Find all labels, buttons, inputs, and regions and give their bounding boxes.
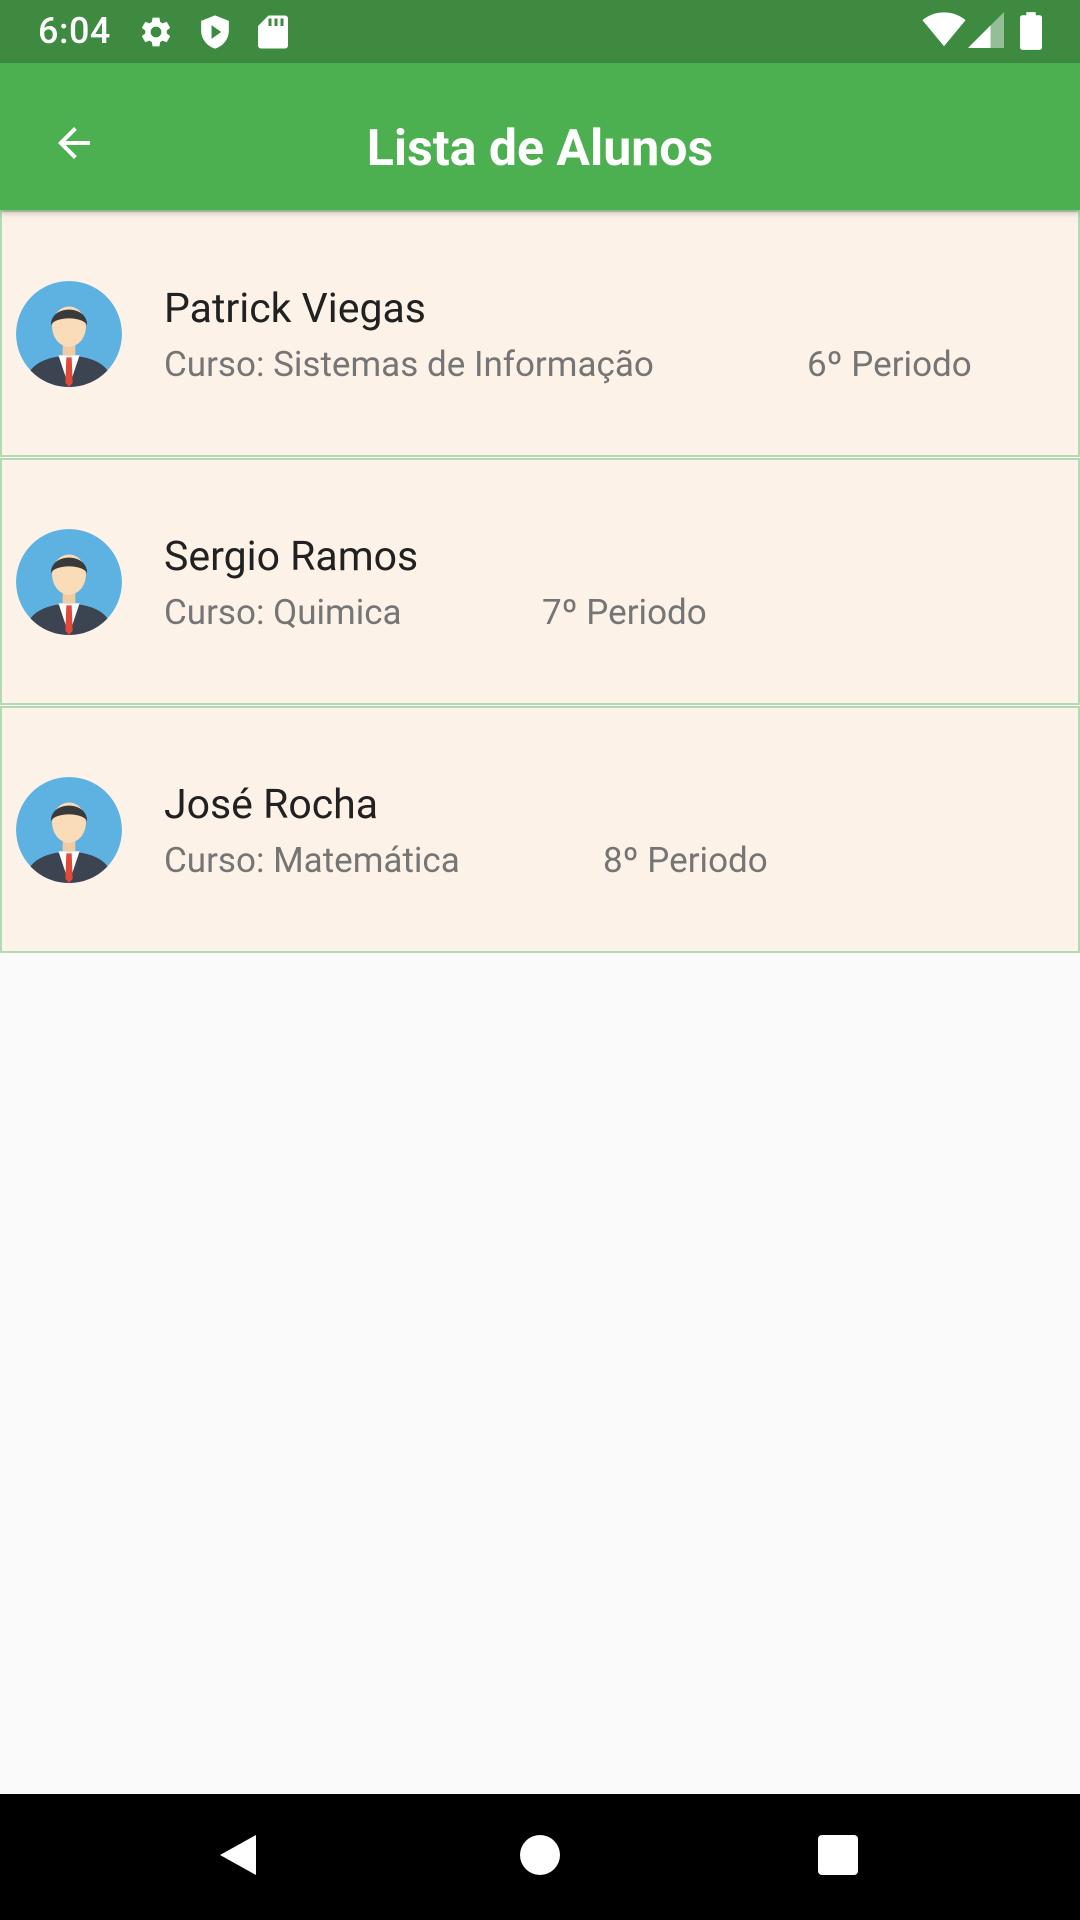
list-item[interactable]: Patrick Viegas Curso: Sistemas de Inform…	[0, 210, 1080, 457]
student-course: Curso: Sistemas de Informação	[164, 344, 654, 385]
status-bar: 6:04	[0, 0, 1080, 63]
status-time: 6:04	[38, 10, 111, 52]
student-name: Sergio Ramos	[164, 533, 419, 581]
student-course: Curso: Matemática	[164, 840, 460, 881]
nav-recents-button[interactable]	[803, 1822, 873, 1892]
app-bar: Lista de Alunos	[0, 63, 1080, 210]
list-item[interactable]: Sergio Ramos Curso: Quimica 7º Periodo	[0, 458, 1080, 705]
battery-icon	[1020, 12, 1042, 54]
sd-card-icon	[258, 14, 288, 54]
avatar	[16, 777, 122, 883]
student-period: 7º Periodo	[542, 592, 707, 633]
gear-icon	[138, 14, 174, 54]
recents-square-icon	[818, 1835, 858, 1879]
avatar	[16, 281, 122, 387]
back-triangle-icon	[216, 1831, 260, 1883]
student-period: 8º Periodo	[603, 840, 768, 881]
nav-home-button[interactable]	[505, 1822, 575, 1892]
page-title: Lista de Alunos	[366, 120, 714, 178]
navigation-bar	[0, 1794, 1080, 1920]
nav-back-button[interactable]	[203, 1822, 273, 1892]
list-item[interactable]: José Rocha Curso: Matemática 8º Periodo	[0, 706, 1080, 953]
student-name: Patrick Viegas	[164, 285, 426, 333]
student-name: José Rocha	[164, 781, 379, 829]
student-period: 6º Periodo	[807, 344, 972, 385]
avatar	[16, 529, 122, 635]
shield-icon	[198, 14, 232, 54]
wifi-icon	[922, 12, 966, 52]
home-circle-icon	[520, 1835, 560, 1879]
student-list: Patrick Viegas Curso: Sistemas de Inform…	[0, 210, 1080, 954]
signal-icon	[968, 12, 1004, 52]
student-course: Curso: Quimica	[164, 592, 402, 633]
